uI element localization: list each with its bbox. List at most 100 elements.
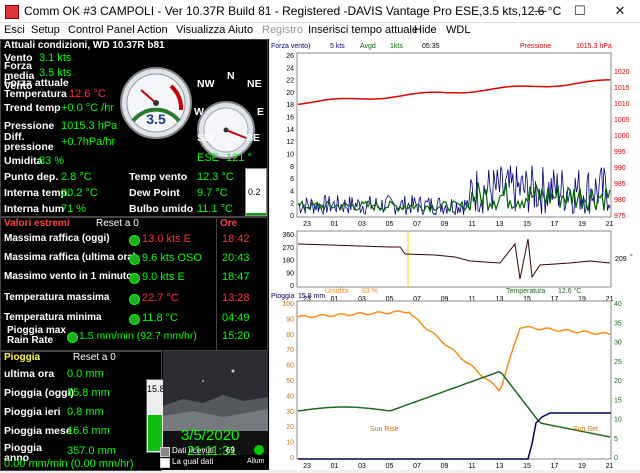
chart3-x-tick-11: 21 bbox=[606, 463, 614, 470]
chart3-left-tick-1: 90 bbox=[286, 316, 294, 323]
menu-aiuto[interactable]: Aiuto bbox=[228, 24, 253, 36]
bad-data-label: La gual dati bbox=[172, 457, 214, 466]
dewpoint-value: 2.8 °C bbox=[61, 171, 92, 183]
menu-inserisci-tempo[interactable]: Inserisci tempo attuale bbox=[308, 24, 418, 36]
chart1-x-tick-0: 23 bbox=[303, 221, 311, 228]
chart3-right-tick-8: 0 bbox=[614, 455, 618, 462]
max-1min-dot bbox=[129, 273, 140, 284]
chart1-right-tick-0: 1020 bbox=[614, 69, 630, 76]
current-conditions-panel: Attuali condizioni, WD 10.37R b81 Vento … bbox=[0, 39, 268, 217]
maximize-button[interactable]: ☐ bbox=[560, 0, 600, 22]
close-button[interactable]: ✕ bbox=[600, 0, 640, 22]
temp-min-label: Temperatura minima bbox=[4, 312, 102, 323]
rain-yesterday-label: Pioggia ieri bbox=[4, 406, 61, 418]
menu-wdl[interactable]: WDL bbox=[446, 24, 470, 36]
webcam-image[interactable]: 3/5/2020 21:11:31 bbox=[163, 351, 268, 458]
chart1-left-tick-0: 26 bbox=[286, 53, 294, 60]
chart1-x-tick-10: 19 bbox=[578, 221, 586, 228]
extremes-header: Valori estremi bbox=[1, 218, 70, 229]
compass-sw: SW bbox=[197, 132, 214, 144]
chart1-legend-avg: Avgd bbox=[360, 43, 376, 50]
chart3-left-tick-4: 60 bbox=[286, 363, 294, 370]
max-gust-hour-label: Massima raffica (ultima ora) bbox=[4, 252, 137, 263]
indoor-hum-value: 71 % bbox=[61, 203, 87, 215]
menu-hide[interactable]: Hide bbox=[414, 24, 437, 36]
menu-action[interactable]: Action bbox=[137, 24, 168, 36]
app-icon bbox=[5, 5, 19, 19]
chart3-legend-rain: Pioggia bbox=[271, 293, 294, 300]
rain-rate-max-label: Pioggia max Rain Rate bbox=[7, 325, 66, 346]
chart1-right-tick-2: 1010 bbox=[614, 101, 630, 108]
chart1-right-tick-1: 1015 bbox=[614, 85, 630, 92]
alarm-indicator[interactable] bbox=[254, 445, 264, 455]
menu-bar: Esci Setup Control Panel Action Visualiz… bbox=[0, 23, 640, 39]
chart3-legend-rain-val: 15.8 mm bbox=[298, 293, 325, 300]
humidity-value: 83 % bbox=[39, 155, 65, 167]
menu-setup[interactable]: Setup bbox=[31, 24, 60, 36]
chart3-left-tick-2: 80 bbox=[286, 332, 294, 339]
minimize-button[interactable]: — bbox=[520, 0, 560, 22]
left-panels: Attuali condizioni, WD 10.37R b81 Vento … bbox=[0, 39, 269, 471]
chart2-left-tick-3: 90 bbox=[286, 270, 294, 277]
max-gust-today-value: 13.0 kts E bbox=[142, 233, 191, 245]
windchill-value: 12.3 °C bbox=[197, 171, 234, 183]
chart3-x-tick-2: 03 bbox=[358, 463, 366, 470]
max-1min-value: 9.0 kts E bbox=[142, 271, 185, 283]
data-received-indicator bbox=[160, 447, 170, 457]
wind-degrees: 121 ° bbox=[226, 152, 252, 164]
chart1-left-tick-7: 12 bbox=[286, 139, 294, 146]
chart1-x-tick-6: 11 bbox=[468, 221, 475, 228]
chart3-right-tick-2: 30 bbox=[614, 340, 622, 347]
chart1-x-tick-3: 05 bbox=[386, 221, 394, 228]
extremes-reset-button[interactable]: Reset a 0 bbox=[96, 218, 139, 229]
chart3-x-tick-3: 05 bbox=[386, 463, 394, 470]
menu-esci[interactable]: Esci bbox=[4, 24, 25, 36]
rain-month-label: Pioggia mese bbox=[4, 425, 72, 437]
chart1-x-tick-9: 17 bbox=[551, 221, 559, 228]
compass-e: E bbox=[257, 106, 265, 118]
max-gust-hour-dot bbox=[129, 254, 140, 265]
chart3-right-tick-5: 15 bbox=[614, 397, 622, 404]
chart3-left-tick-3: 70 bbox=[286, 347, 294, 354]
chart3-x-tick-9: 17 bbox=[551, 463, 559, 470]
chart1-right-tick-5: 995 bbox=[614, 149, 626, 156]
rain-month-value: 16.6 mm bbox=[67, 425, 110, 437]
chart1-x-tick-5: 09 bbox=[441, 221, 449, 228]
rain-yesterday-value: 0.8 mm bbox=[67, 406, 104, 418]
menu-control-panel[interactable]: Control Panel bbox=[68, 24, 135, 36]
chart3-right-tick-7: 5 bbox=[614, 436, 618, 443]
chart3-right-tick-6: 10 bbox=[614, 417, 622, 424]
charts-area: Forza vento) 5 kts Avgd 1kts 05:35 Press… bbox=[270, 39, 640, 470]
chart2-legend-humidity-val: 83 % bbox=[362, 288, 378, 295]
chart1-x-tick-8: 15 bbox=[523, 221, 531, 228]
temperature-value: 12.6 °C bbox=[69, 88, 106, 100]
rain-reset-button[interactable]: Reset a 0 bbox=[73, 352, 116, 363]
temp-trend-label: Trend temp bbox=[4, 102, 61, 114]
max-gust-today-dot bbox=[129, 235, 140, 246]
rain-rate-value: 0.00 mm/min (0.00 mm/hr) bbox=[4, 458, 134, 470]
alarm-label: Allum bbox=[247, 458, 265, 465]
date-display: 3/5/2020 bbox=[181, 427, 240, 444]
indoor-temp-value: 20.2 °C bbox=[61, 187, 98, 199]
chart3-x-tick-6: 11 bbox=[468, 463, 475, 470]
rain-bar-fill bbox=[148, 415, 162, 451]
extremes-panel: Valori estremi Reset a 0 Massima raffica… bbox=[0, 217, 217, 351]
time-temp-min: 04:49 bbox=[222, 312, 250, 324]
menu-visualizza[interactable]: Visualizza bbox=[176, 24, 225, 36]
side-meter-value: 0.2 bbox=[248, 187, 261, 197]
chart3-x-tick-7: 13 bbox=[496, 463, 504, 470]
chart2-legend-temp: Temperatura bbox=[506, 288, 545, 295]
chart2-legend-humidity: Umidita bbox=[325, 288, 349, 295]
rain-last-hour-label: ultima ora bbox=[4, 368, 55, 380]
menu-registro: Registro bbox=[262, 24, 303, 36]
rain-today-value: 15.8 mm bbox=[67, 387, 110, 399]
dewpoint-label: Punto dep. bbox=[4, 171, 59, 183]
chart2-left-tick-2: 180 bbox=[282, 258, 294, 265]
compass-nw: NW bbox=[197, 78, 215, 90]
charts-svg: Forza vento) 5 kts Avgd 1kts 05:35 Press… bbox=[270, 39, 640, 470]
rain-rate-max-dot bbox=[67, 332, 78, 343]
chart1-legend-avg-val: 1kts bbox=[390, 43, 403, 50]
chart1-legend-wind-val: 5 kts bbox=[330, 43, 345, 50]
chart3-x-tick-10: 19 bbox=[578, 463, 586, 470]
compass-se: SE bbox=[246, 132, 261, 144]
